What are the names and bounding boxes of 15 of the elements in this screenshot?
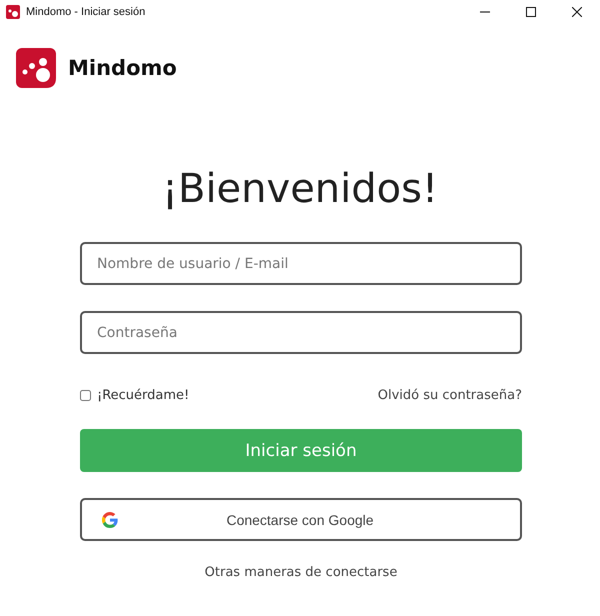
forgot-password-link[interactable]: Olvidó su contraseña? <box>378 388 522 403</box>
google-button[interactable]: Conectarse con Google <box>80 498 522 541</box>
remember-checkbox[interactable] <box>80 390 91 401</box>
other-methods-link[interactable]: Otras maneras de conectarse <box>204 565 398 580</box>
username-field[interactable]: Nombre de usuario / E-mail <box>80 242 522 285</box>
window-title: Mindomo - Iniciar sesión <box>26 6 146 18</box>
welcome-heading: ¡Bienvenidos! <box>160 166 440 212</box>
password-field[interactable]: Contraseña <box>80 311 522 354</box>
google-icon <box>102 512 118 528</box>
brand-name: Mindomo <box>68 56 177 80</box>
remember-label: ¡Recuérdame! <box>97 388 190 403</box>
logo-icon <box>16 48 56 88</box>
close-icon <box>572 7 582 17</box>
app-icon <box>6 5 20 19</box>
maximize-icon <box>526 7 536 17</box>
